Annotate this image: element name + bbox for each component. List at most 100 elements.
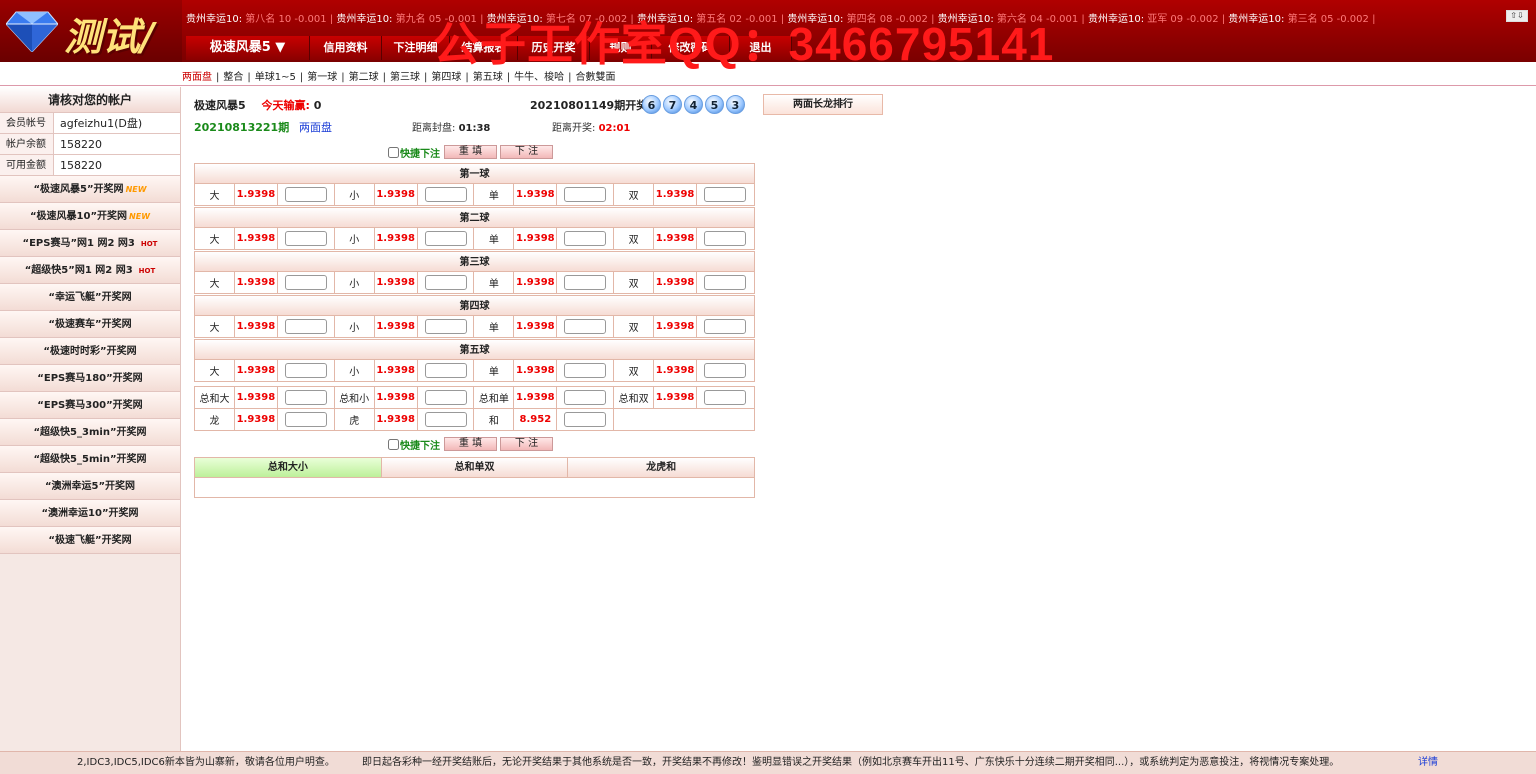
reset-button[interactable]: 重 填 <box>444 145 497 159</box>
ticker-value: 第三名 05 -0.002 <box>1284 14 1369 24</box>
sidebar-link[interactable]: “极速飞艇”开奖网 <box>0 527 180 554</box>
sidebar-link[interactable]: “澳洲幸运5”开奖网 <box>0 473 180 500</box>
logo: 测试/ <box>0 0 182 62</box>
bet-amount-input[interactable] <box>424 363 467 378</box>
subnav-item[interactable]: 第二球 <box>349 72 379 83</box>
sidebar-link[interactable]: “超级快5_5min”开奖网 <box>0 446 180 473</box>
nav-item-1[interactable]: 信用资料 <box>310 36 382 60</box>
bet-label: 双 <box>614 272 655 293</box>
bet-label: 大 <box>195 272 235 293</box>
ticker-name: 贵州幸运10: <box>1228 14 1285 24</box>
bet-amount-input[interactable] <box>284 412 327 427</box>
bet-amount-input[interactable] <box>284 187 327 202</box>
stats-tab[interactable]: 龙虎和 <box>568 458 755 477</box>
sidebar-link[interactable]: “超级快5_3min”开奖网 <box>0 419 180 446</box>
ball-section: 第三球大 1.9398 小 1.9398 单 1.9398 双 1.9398 <box>194 251 755 294</box>
bet-amount-input[interactable] <box>284 363 327 378</box>
bet-label: 总和双 <box>614 387 655 408</box>
sidebar-link-label: “幸运飞艇”开奖网 <box>48 292 132 303</box>
subnav-item[interactable]: 单球1~5 <box>255 72 296 83</box>
bet-amount-input[interactable] <box>564 187 607 202</box>
bet-amount-input[interactable] <box>284 231 327 246</box>
bet-amount-input[interactable] <box>704 390 747 405</box>
bet-label: 大 <box>195 184 235 205</box>
submit-button[interactable]: 下 注 <box>500 145 553 159</box>
bet-label: 双 <box>614 184 655 205</box>
footer-more-link[interactable]: 详情 <box>1418 752 1438 774</box>
bet-amount-input[interactable] <box>704 363 747 378</box>
sidebar-link[interactable]: “EPS赛马180”开奖网 <box>0 365 180 392</box>
sidebar-link[interactable]: “EPS赛马”网1 网2 网3 HOT <box>0 230 180 257</box>
bet-input-cell <box>697 387 754 408</box>
sidebar-link[interactable]: “极速风暴10”开奖网 NEW <box>0 203 180 230</box>
bet-amount-input[interactable] <box>704 275 747 290</box>
close-label: 距离封盘: <box>412 123 456 134</box>
odds-value: 1.9398 <box>235 272 278 293</box>
bet-amount-input[interactable] <box>424 275 467 290</box>
quick-bet-checkbox[interactable] <box>388 146 399 158</box>
game-name: 极速风暴5 <box>194 99 246 112</box>
bet-input-cell <box>697 316 754 337</box>
subnav-item[interactable]: 整合 <box>223 72 243 83</box>
bet-amount-input[interactable] <box>564 231 607 246</box>
bet-input-cell <box>278 409 335 430</box>
bet-amount-input[interactable] <box>284 319 327 334</box>
bet-amount-input[interactable] <box>564 390 607 405</box>
quick-bet-checkbox[interactable] <box>388 438 399 450</box>
bet-amount-input[interactable] <box>564 275 607 290</box>
bet-amount-input[interactable] <box>424 412 467 427</box>
sidebar-link[interactable]: “澳洲幸运10”开奖网 <box>0 500 180 527</box>
current-issue-row: 20210813221期 两面盘 <box>194 119 332 135</box>
ticker-sep: | <box>1218 14 1229 24</box>
bet-amount-input[interactable] <box>424 187 467 202</box>
ticker-sep: | <box>1078 14 1088 24</box>
bet-amount-input[interactable] <box>564 412 607 427</box>
bet-input-cell <box>418 387 475 408</box>
bet-amount-input[interactable] <box>284 390 327 405</box>
ball-section-title: 第三球 <box>194 251 755 272</box>
sidebar: 请核对您的帐户 会员帐号 agfeizhu1(D盘) 帐户余额 158220 可用金额 1… <box>0 87 181 751</box>
sidebar-link[interactable]: “EPS赛马300”开奖网 <box>0 392 180 419</box>
sidebar-link[interactable]: “幸运飞艇”开奖网 <box>0 284 180 311</box>
bet-input-cell <box>557 387 615 408</box>
bet-amount-input[interactable] <box>424 231 467 246</box>
bet-input-cell <box>278 316 335 337</box>
scroll-toggle-button[interactable]: ⇧⇩ <box>1506 10 1528 22</box>
odds-value: 1.9398 <box>654 387 698 408</box>
sidebar-link[interactable]: “极速风暴5”开奖网 NEW <box>0 176 180 203</box>
sidebar-links: “极速风暴5”开奖网 NEW “极速风暴10”开奖网 NEW “EPS赛马”网1 网2 … <box>0 176 180 554</box>
rank-button[interactable]: 两面长龙排行 <box>763 94 883 115</box>
subnav-item[interactable]: 第一球 <box>307 72 337 83</box>
bet-amount-input[interactable] <box>424 390 467 405</box>
bet-amount-input[interactable] <box>704 231 747 246</box>
sidebar-link[interactable]: “超级快5”网1 网2 网3 HOT <box>0 257 180 284</box>
subnav-item[interactable]: 两面盘 <box>182 72 212 83</box>
stats-tab[interactable]: 总和单双 <box>381 458 569 477</box>
result-ball: 5 <box>705 95 724 114</box>
bet-row: 总和大 1.9398 总和小 1.9398 总和单 1.9398 总和双 1.9398 <box>194 387 755 409</box>
subnav-item[interactable]: 第三球 <box>390 72 420 83</box>
odds-value: 1.9398 <box>514 360 558 381</box>
ticker-value: 亚军 09 -0.002 <box>1144 14 1219 24</box>
ticker-name: 贵州幸运10: <box>186 14 243 24</box>
nav-item-0[interactable]: 极速风暴5 ▼ <box>186 36 310 60</box>
sidebar-link[interactable]: “极速赛车”开奖网 <box>0 311 180 338</box>
bet-amount-input[interactable] <box>564 363 607 378</box>
bet-amount-input[interactable] <box>424 319 467 334</box>
open-time: 02:01 <box>598 123 631 134</box>
bet-amount-input[interactable] <box>564 319 607 334</box>
stats-tab[interactable]: 总和大小 <box>195 458 382 477</box>
bet-amount-input[interactable] <box>704 319 747 334</box>
bet-amount-input[interactable] <box>284 275 327 290</box>
odds-value: 1.9398 <box>654 184 698 205</box>
submit-button[interactable]: 下 注 <box>500 437 553 451</box>
sidebar-link[interactable]: “极速时时彩”开奖网 <box>0 338 180 365</box>
odds-value: 1.9398 <box>514 387 558 408</box>
bet-amount-input[interactable] <box>704 187 747 202</box>
odds-value: 1.9398 <box>375 272 418 293</box>
odds-value: 1.9398 <box>235 228 278 249</box>
sidebar-link-label: “超级快5”网1 网2 网3 <box>24 265 133 276</box>
sidebar-link-label: “澳洲幸运5”开奖网 <box>44 481 136 492</box>
reset-button[interactable]: 重 填 <box>444 437 497 451</box>
bet-label: 大 <box>195 228 235 249</box>
